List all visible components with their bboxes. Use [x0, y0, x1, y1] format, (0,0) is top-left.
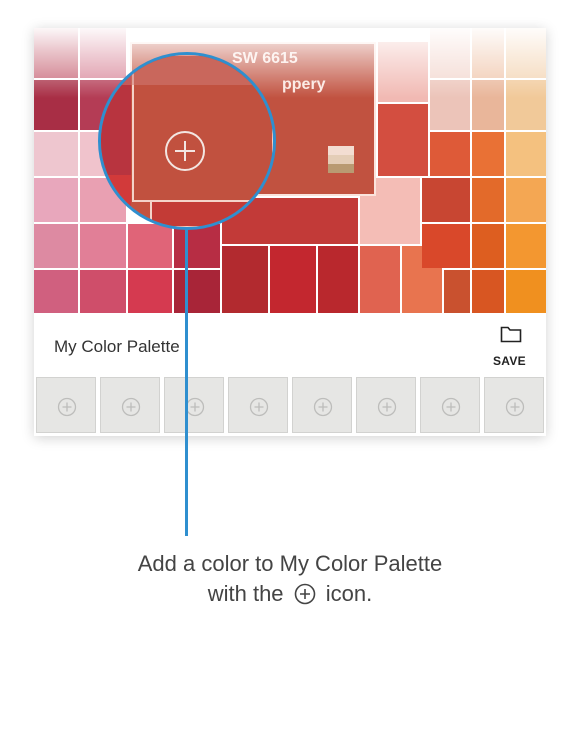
add-color-icon[interactable]	[163, 129, 207, 173]
palette-slot[interactable]	[228, 377, 288, 433]
caption-line-2-suffix: icon.	[325, 581, 373, 606]
swatch-cell[interactable]	[34, 224, 78, 268]
swatch-cell[interactable]	[270, 246, 316, 313]
swatch-cell[interactable]	[506, 80, 546, 130]
swatch-cell[interactable]	[422, 178, 470, 222]
palette-slot[interactable]	[356, 377, 416, 433]
add-circle-icon	[294, 583, 315, 605]
callout-pointer-line	[185, 228, 188, 536]
swatch-name: ppery	[282, 76, 326, 93]
swatch-cell[interactable]	[378, 42, 428, 102]
caption-line-1: Add a color to My Color Palette	[137, 551, 443, 576]
swatch-cell[interactable]	[174, 270, 220, 313]
swatch-cell[interactable]	[128, 270, 172, 313]
palette-toolbar: My Color Palette SAVE	[34, 313, 546, 375]
swatch-cell[interactable]	[128, 224, 172, 268]
swatch-cell[interactable]	[34, 132, 78, 176]
swatch-cell[interactable]	[360, 246, 400, 313]
palette-slot[interactable]	[164, 377, 224, 433]
palette-slot[interactable]	[292, 377, 352, 433]
add-color-icon	[441, 397, 461, 417]
swatch-cell[interactable]	[444, 270, 470, 313]
swatch-cell[interactable]	[472, 80, 504, 130]
swatch-cell[interactable]	[34, 80, 78, 130]
swatch-cell[interactable]	[430, 28, 470, 78]
swatch-cell[interactable]	[422, 224, 470, 268]
add-color-icon	[249, 397, 269, 417]
palette-slot[interactable]	[36, 377, 96, 433]
swatch-cell[interactable]	[222, 246, 268, 313]
caption-line-2-prefix: with the	[207, 581, 284, 606]
palette-slot[interactable]	[420, 377, 480, 433]
add-color-icon	[185, 397, 205, 417]
caption-line-2: with the icon.	[0, 579, 580, 609]
swatch-cell[interactable]	[472, 28, 504, 78]
swatch-cell[interactable]	[378, 104, 428, 176]
palette-slot[interactable]	[484, 377, 544, 433]
swatch-cell[interactable]	[318, 246, 358, 313]
swatch-cell[interactable]	[472, 178, 504, 222]
add-color-icon	[377, 397, 397, 417]
palette-slot[interactable]	[100, 377, 160, 433]
add-color-icon	[505, 397, 525, 417]
instruction-caption: Add a color to My Color Palette with the…	[0, 549, 580, 609]
palette-title: My Color Palette	[54, 337, 180, 356]
swatch-cell[interactable]	[472, 132, 504, 176]
swatch-cell[interactable]	[506, 28, 546, 78]
swatch-cell[interactable]	[80, 224, 126, 268]
color-details-icon[interactable]	[328, 146, 354, 174]
swatch-cell[interactable]	[430, 80, 470, 130]
swatch-cell[interactable]	[174, 224, 220, 268]
swatch-cell[interactable]	[34, 270, 78, 313]
swatch-cell[interactable]	[506, 132, 546, 176]
swatch-cell[interactable]	[506, 270, 546, 313]
add-color-icon	[57, 397, 77, 417]
folder-icon[interactable]	[500, 325, 522, 343]
save-button[interactable]: SAVE	[493, 354, 526, 368]
swatch-cell[interactable]	[34, 28, 78, 78]
add-color-icon	[121, 397, 141, 417]
swatch-cell[interactable]	[430, 132, 470, 176]
add-color-icon	[313, 397, 333, 417]
swatch-cell[interactable]	[506, 224, 546, 268]
swatch-cell[interactable]	[34, 178, 78, 222]
swatch-cell[interactable]	[80, 270, 126, 313]
swatch-cell[interactable]	[472, 224, 504, 268]
swatch-cell[interactable]	[506, 178, 546, 222]
magnifier-callout	[98, 52, 276, 230]
palette-slots	[34, 375, 546, 436]
swatch-cell[interactable]	[472, 270, 504, 313]
